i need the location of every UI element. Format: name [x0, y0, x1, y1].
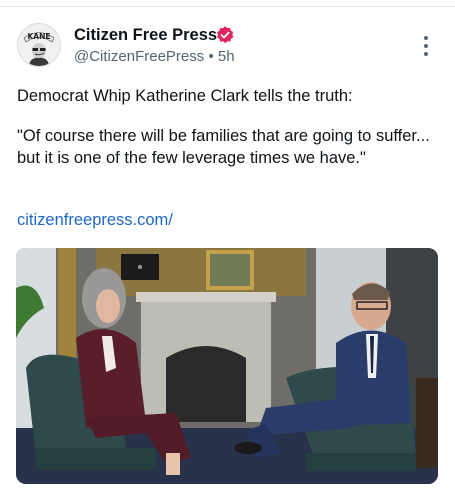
kebab-dot — [424, 36, 428, 40]
post-timestamp[interactable]: 5h — [218, 48, 235, 65]
kebab-dot — [424, 44, 428, 48]
more-options-icon[interactable] — [414, 36, 438, 56]
author-meta: @CitizenFreePress • 5h — [74, 48, 235, 65]
kebab-dot — [424, 52, 428, 56]
top-divider — [0, 6, 455, 7]
author-display-name[interactable]: Citizen Free Press — [74, 26, 217, 45]
meta-separator: • — [208, 48, 214, 65]
post-text-quote: "Of course there will be families that a… — [17, 127, 430, 167]
post-link[interactable]: citizenfreepress.com/ — [17, 211, 173, 230]
verified-badge-icon — [216, 26, 234, 44]
post-text-line: Democrat Whip Katherine Clark tells the … — [17, 87, 353, 105]
post-media-video[interactable] — [16, 248, 438, 484]
avatar-lettering: KANE — [27, 32, 50, 41]
author-avatar[interactable]: KANE — [17, 23, 61, 67]
author-handle[interactable]: @CitizenFreePress — [74, 48, 204, 65]
avatar-image: KANE — [18, 24, 60, 66]
interview-still-image — [16, 248, 438, 484]
post-text: Democrat Whip Katherine Clark tells the … — [17, 85, 437, 169]
